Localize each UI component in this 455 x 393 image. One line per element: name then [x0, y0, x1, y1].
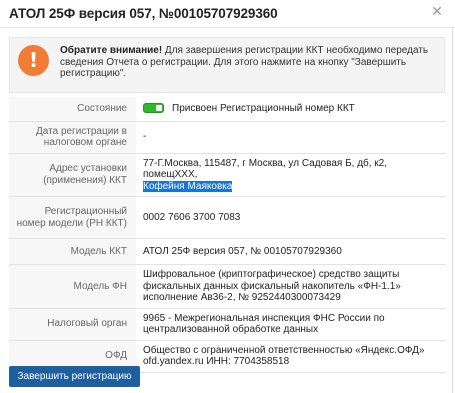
tax-authority-value: 9965 - Межрегиональная инспекция ФНС Рос… — [136, 308, 446, 341]
registration-date-label: Дата регистрации в налоговом органе — [9, 121, 136, 154]
registration-details-table: Состояние Присвоен Регистрационный номер… — [9, 97, 446, 373]
row-tax-authority: Налоговый орган 9965 - Межрегиональная и… — [9, 308, 446, 341]
row-registration-date: Дата регистрации в налоговом органе - — [9, 121, 446, 154]
dialog-right-edge — [452, 28, 453, 393]
address-label: Адрес установки (применения) ККТ — [9, 153, 136, 197]
close-icon[interactable]: ✕ — [431, 4, 443, 18]
dialog-header: АТОЛ 25Ф версия 057, №00105707929360 ✕ — [0, 0, 455, 26]
address-place-selected[interactable]: Кофейня Маяковка — [143, 180, 233, 192]
row-address: Адрес установки (применения) ККТ 77-Г.Мо… — [9, 153, 446, 197]
complete-registration-button[interactable]: Завершить регистрацию — [9, 366, 140, 387]
fn-model-value: Шифровальное (криптографическое) средств… — [136, 264, 446, 309]
registration-date-value: - — [136, 121, 446, 154]
status-label: Состояние — [9, 97, 136, 122]
row-status: Состояние Присвоен Регистрационный номер… — [9, 97, 446, 122]
ofd-value: Общество с ограниченной ответственностью… — [136, 340, 446, 373]
row-fn-model: Модель ФН Шифровальное (криптографическо… — [9, 264, 446, 309]
row-model-reg-number: Регистрационный номер модели (РН ККТ) 00… — [9, 196, 446, 239]
model-reg-number-label: Регистрационный номер модели (РН ККТ) — [9, 196, 136, 239]
dialog-title: АТОЛ 25Ф версия 057, №00105707929360 — [9, 6, 278, 21]
kkt-model-label: Модель ККТ — [9, 238, 136, 265]
fn-model-label: Модель ФН — [9, 264, 136, 309]
header-divider — [0, 27, 455, 28]
alert-title: Обратите внимание! — [60, 45, 163, 56]
status-value-cell: Присвоен Регистрационный номер ККТ — [136, 97, 446, 122]
status-indicator-icon — [143, 103, 164, 114]
tax-authority-label: Налоговый орган — [9, 308, 136, 341]
alert-message: Обратите внимание! Для завершения регист… — [60, 45, 440, 80]
address-value: 77-Г.Москва, 115487, г Москва, ул Садова… — [143, 157, 388, 181]
exclamation-icon: ! — [18, 45, 49, 76]
model-reg-number-value: 0002 7606 3700 7083 — [136, 196, 446, 239]
status-value: Присвоен Регистрационный номер ККТ — [172, 103, 355, 114]
row-kkt-model: Модель ККТ АТОЛ 25Ф версия 057, № 001057… — [9, 238, 446, 265]
warning-alert: ! Обратите внимание! Для завершения реги… — [9, 37, 445, 93]
address-value-cell: 77-Г.Москва, 115487, г Москва, ул Садова… — [136, 153, 446, 197]
kkt-model-value: АТОЛ 25Ф версия 057, № 00105707929360 — [136, 238, 446, 265]
